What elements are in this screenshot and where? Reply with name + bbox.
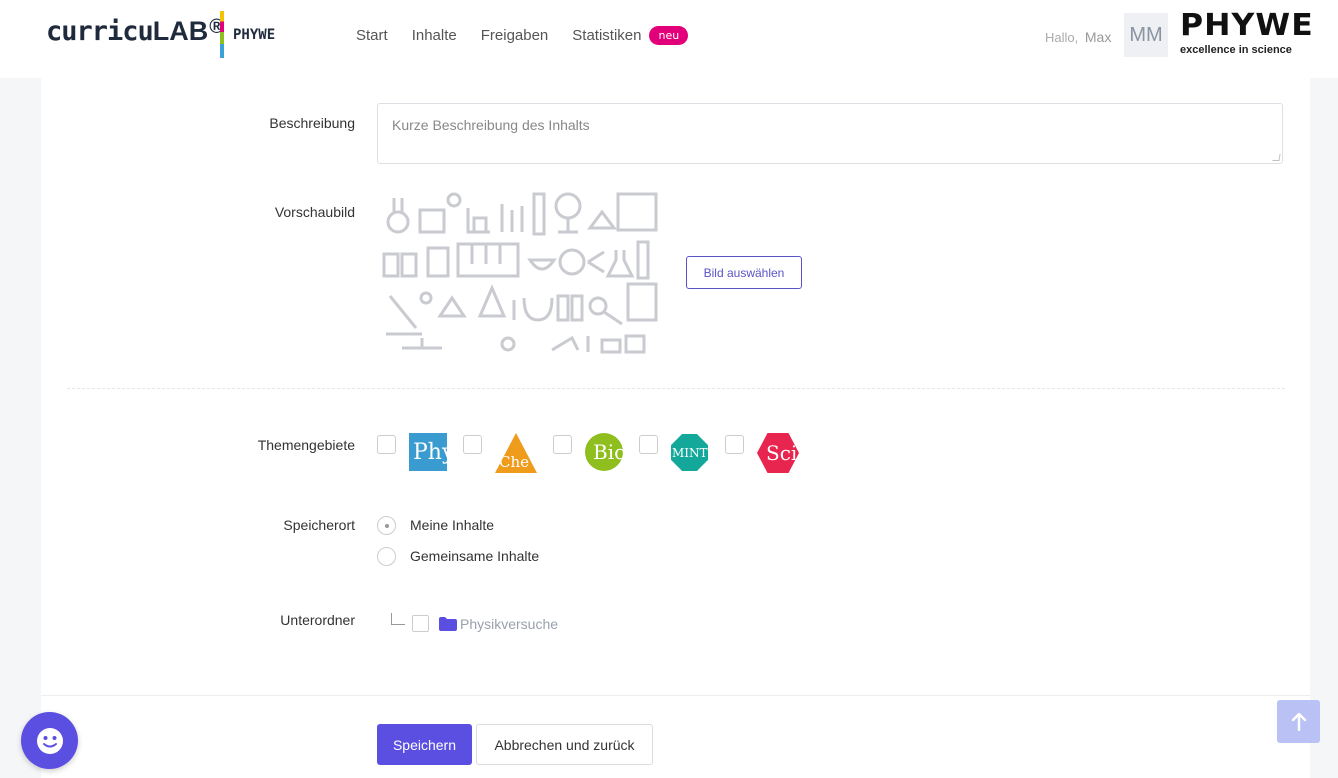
description-label: Beschreibung bbox=[269, 115, 355, 131]
location-my-content-label[interactable]: Meine Inhalte bbox=[410, 517, 494, 533]
phywe-logo-text: PHYWE bbox=[1180, 8, 1314, 43]
tree-branch-line bbox=[391, 613, 405, 625]
new-badge: neu bbox=[649, 26, 689, 45]
content-form-card: Beschreibung Kurze Beschreibung des Inha… bbox=[41, 78, 1310, 695]
curriculab-logo[interactable]: curricu LAB ® bbox=[46, 16, 224, 47]
flask-icon bbox=[386, 210, 410, 234]
folder-icon bbox=[439, 617, 457, 631]
user-name: Max bbox=[1084, 29, 1112, 45]
select-image-button[interactable]: Bild auswählen bbox=[686, 256, 802, 289]
nav-statistiken[interactable]: Statistiken bbox=[572, 27, 641, 44]
nav-start[interactable]: Start bbox=[356, 27, 388, 44]
greeting-text: Hallo, bbox=[1045, 30, 1079, 45]
lab-flask-2-icon bbox=[437, 295, 467, 318]
scroll-to-top-button[interactable] bbox=[1277, 700, 1320, 743]
location-label: Speicherort bbox=[283, 517, 355, 533]
magnifier-icon bbox=[588, 296, 608, 316]
nav-freigaben[interactable]: Freigaben bbox=[481, 27, 549, 44]
chat-support-button[interactable] bbox=[21, 712, 78, 769]
topic-mint-checkbox[interactable] bbox=[639, 435, 658, 454]
gear-icon bbox=[500, 336, 516, 352]
location-shared-content-label[interactable]: Gemeinsame Inhalte bbox=[410, 548, 539, 564]
microscope-icon bbox=[386, 295, 422, 336]
science-icon: Sci bbox=[757, 433, 799, 473]
preview-label: Vorschaubild bbox=[274, 204, 355, 220]
test-tubes-icon bbox=[500, 204, 524, 232]
beaker-2-icon bbox=[426, 246, 450, 278]
battery-icon bbox=[556, 294, 570, 322]
erlenmeyer-icon bbox=[605, 250, 635, 278]
cone-icon bbox=[477, 284, 507, 318]
plant-icon bbox=[551, 335, 580, 352]
save-button[interactable]: Speichern bbox=[377, 724, 472, 765]
arrow-up-icon bbox=[1291, 712, 1306, 731]
globe-icon bbox=[554, 192, 582, 220]
clipboard-icon bbox=[626, 282, 658, 322]
scale-icon bbox=[600, 338, 622, 354]
avatar[interactable]: MM bbox=[1124, 13, 1168, 57]
newtons-cradle-icon bbox=[456, 242, 520, 278]
cylinder-2-icon bbox=[636, 240, 650, 280]
user-greeting: Hallo, Max bbox=[1045, 29, 1111, 45]
stand-icon bbox=[402, 338, 442, 350]
topic-biologie-checkbox[interactable] bbox=[553, 435, 572, 454]
physics-icon: Phy bbox=[409, 433, 447, 471]
topic-science-checkbox[interactable] bbox=[725, 435, 744, 454]
atom-icon bbox=[446, 192, 462, 208]
top-navbar: curricu LAB ® PHYWE Start Inhalte Freigabe… bbox=[0, 0, 1338, 78]
molecule-icon bbox=[587, 250, 605, 274]
bowl-icon bbox=[527, 258, 557, 271]
molecule-2-icon bbox=[419, 291, 433, 305]
jar-icon bbox=[382, 252, 400, 278]
section-divider bbox=[67, 388, 1285, 389]
topic-physik-checkbox[interactable] bbox=[377, 435, 396, 454]
phywe-tagline: excellence in science bbox=[1180, 44, 1292, 56]
lab-bottles-icon bbox=[418, 208, 446, 234]
smiley-icon bbox=[36, 727, 63, 754]
cancel-button[interactable]: Abbrechen und zurück bbox=[476, 724, 653, 765]
nav-inhalte[interactable]: Inhalte bbox=[412, 27, 457, 44]
location-my-content-radio[interactable] bbox=[377, 516, 396, 535]
mint-icon: MINT bbox=[671, 434, 708, 471]
description-textarea[interactable]: Kurze Beschreibung des Inhalts bbox=[377, 103, 1283, 164]
biology-icon: Bio bbox=[585, 433, 623, 471]
description-placeholder: Kurze Beschreibung des Inhalts bbox=[392, 117, 590, 133]
topic-chemie-checkbox[interactable] bbox=[463, 435, 482, 454]
phywe-logo[interactable]: PHYWE excellence in science bbox=[1180, 10, 1313, 57]
brand-main: curricu bbox=[46, 16, 154, 47]
topics-label: Themengebiete bbox=[257, 437, 355, 453]
chemistry-icon: Che bbox=[495, 433, 537, 473]
form-actions-bar: Speichern Abbrechen und zurück bbox=[41, 695, 1310, 778]
main-nav: Start Inhalte Freigaben Statistiken neu bbox=[356, 26, 689, 45]
graduated-cylinder-icon bbox=[532, 192, 546, 236]
radiation-icon bbox=[558, 248, 586, 276]
subfolder-name[interactable]: Physikversuche bbox=[460, 616, 558, 632]
magnet-icon bbox=[522, 297, 554, 322]
brand-lab: LAB bbox=[152, 16, 209, 46]
prism-icon bbox=[587, 209, 617, 230]
butterfly-frame-icon bbox=[616, 192, 658, 232]
brand-color-bar bbox=[220, 11, 224, 58]
subfolder-checkbox[interactable] bbox=[412, 615, 429, 632]
subfolder-label: Unterordner bbox=[280, 612, 355, 628]
resize-handle-icon[interactable] bbox=[1272, 154, 1281, 161]
brand-partner: PHYWE bbox=[233, 27, 276, 43]
location-shared-content-radio[interactable] bbox=[377, 547, 396, 566]
preview-image-placeholder bbox=[382, 192, 658, 354]
